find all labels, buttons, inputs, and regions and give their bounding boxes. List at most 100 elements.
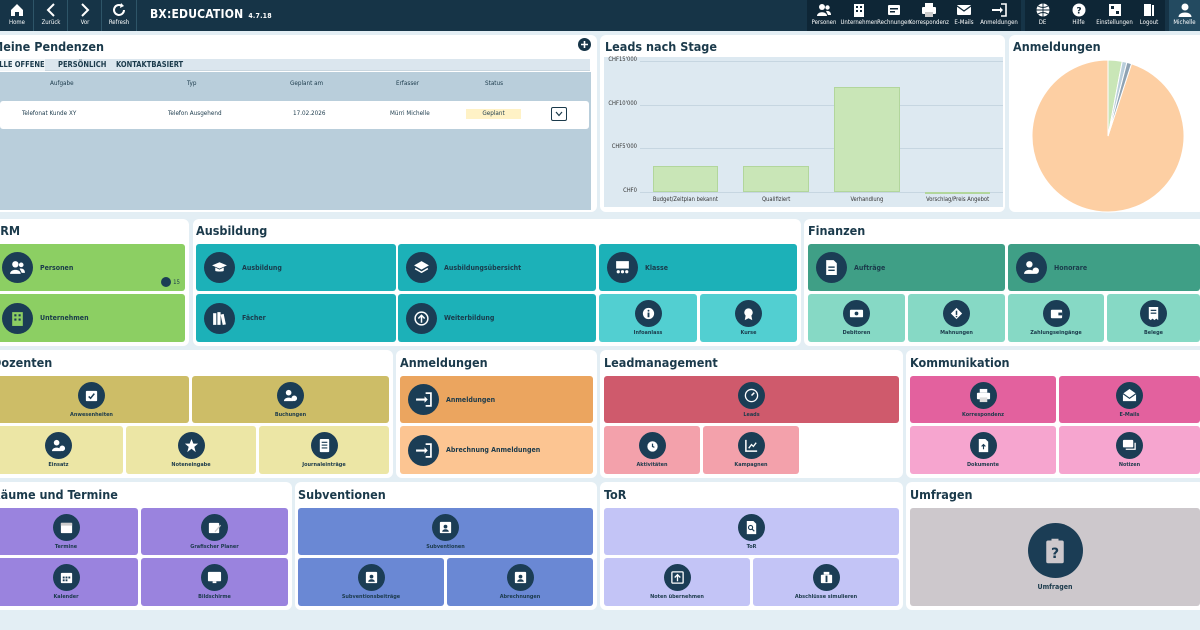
tile-klasse[interactable]: Klasse	[599, 244, 797, 291]
menu-logout[interactable]: Logout	[1133, 0, 1165, 31]
tile-noteneingabe[interactable]: Noteneingabe	[126, 426, 256, 474]
forward-button[interactable]: Vor	[68, 0, 102, 31]
tile-zahlungseingaenge[interactable]: Zahlungseingänge	[1008, 294, 1104, 342]
menu-hilfe[interactable]: ? Hilfe	[1061, 0, 1096, 31]
tile-anmeldungen[interactable]: Anmeldungen	[400, 376, 593, 423]
tile-abrechnungen[interactable]: Abrechnungen	[447, 558, 593, 606]
invoice-icon	[888, 5, 900, 15]
column-header-erfasser[interactable]: Erfasser	[396, 80, 419, 87]
graduation-cap-icon	[204, 252, 235, 283]
tile-abschluesse-simulieren[interactable]: Abschlüsse simulieren	[753, 558, 899, 606]
growth-icon	[406, 302, 437, 334]
printer-icon	[922, 3, 936, 17]
subsidy-icon	[357, 564, 385, 591]
tile-ausbildungsuebersicht[interactable]: Ausbildungsübersicht	[398, 244, 596, 291]
y-tick-label: CHF15'000	[608, 57, 637, 63]
crm-title: CRM	[0, 223, 21, 238]
signin-icon	[992, 3, 1007, 17]
classroom-icon	[607, 252, 638, 283]
tile-umfragen[interactable]: ? Umfragen	[910, 508, 1200, 606]
tile-grafischer-planer[interactable]: Grafischer Planer	[141, 508, 288, 555]
alarm-clock-icon	[638, 432, 666, 459]
back-button[interactable]: Zurück	[34, 0, 68, 31]
leadmanagement-title: Leadmanagement	[604, 355, 718, 370]
x-tick-label: Qualifiziert	[761, 197, 791, 203]
bar-2[interactable]	[834, 87, 900, 192]
pendenzen-title: Meine Pendenzen	[0, 39, 104, 54]
tab-alle-offene[interactable]: ALLE OFFENE	[0, 59, 45, 71]
anmeldungen-title: Anmeldungen	[400, 355, 488, 370]
menu-anmeldungen[interactable]: Anmeldungen	[980, 0, 1018, 31]
tile-subventionen[interactable]: Subventionen	[298, 508, 593, 555]
settings-icon	[1108, 4, 1121, 16]
bar-0[interactable]	[652, 165, 719, 192]
simulate-icon	[812, 564, 840, 591]
deployment-icon	[45, 432, 72, 459]
menu-user[interactable]: Michelle	[1169, 0, 1200, 31]
menu-emails[interactable]: E-Mails	[947, 0, 981, 31]
menu-korrespondenz[interactable]: Korrespondenz	[909, 0, 949, 31]
column-header-typ[interactable]: Typ	[187, 80, 196, 87]
tile-honorare[interactable]: Honorare	[1008, 244, 1200, 291]
mail-open-icon	[1116, 381, 1143, 409]
printer-icon	[969, 381, 997, 409]
svg-text:?: ?	[1051, 546, 1059, 562]
tile-kalender[interactable]: Kalender	[0, 558, 138, 606]
tile-mahnungen[interactable]: Mahnungen	[908, 294, 1005, 342]
tile-bildschirme[interactable]: Bildschirme	[141, 558, 288, 606]
people-icon	[817, 4, 831, 16]
tile-debitoren[interactable]: Debitoren	[808, 294, 905, 342]
x-tick-label: Vorschlag/Preis Angebot	[926, 197, 990, 203]
tile-subventionsbeitraege[interactable]: Subventionsbeiträge	[298, 558, 444, 606]
tile-kurse[interactable]: Kurse	[700, 294, 797, 342]
tile-kampagnen[interactable]: Kampagnen	[703, 426, 799, 474]
tile-personen[interactable]: Personen 15	[0, 244, 185, 291]
menu-language[interactable]: DE	[1025, 0, 1060, 31]
add-pendenz-button[interactable]	[578, 38, 591, 51]
user-icon	[1178, 3, 1191, 17]
tile-dokumente[interactable]: Dokumente	[910, 426, 1056, 474]
tile-abrechnung-anmeldungen[interactable]: Abrechnung Anmeldungen	[400, 426, 593, 474]
tile-faecher[interactable]: Fächer	[196, 294, 396, 342]
cell-typ: Telefon Ausgehend	[168, 110, 222, 117]
tile-termine[interactable]: Termine	[0, 508, 138, 555]
tile-weiterbildung[interactable]: Weiterbildung	[398, 294, 596, 342]
tile-emails[interactable]: E-Mails	[1059, 376, 1200, 423]
bar-3[interactable]	[924, 192, 991, 194]
column-header-aufgabe[interactable]: Aufgabe	[50, 80, 74, 87]
star-icon	[177, 432, 205, 459]
tile-ausbildung[interactable]: Ausbildung	[196, 244, 396, 291]
x-tick-label: Verhandlung	[850, 197, 884, 203]
home-button[interactable]: Home	[0, 0, 34, 31]
tile-tor[interactable]: ToR	[604, 508, 899, 555]
tile-journaleintraege[interactable]: Journaleinträge	[259, 426, 389, 474]
bar-1[interactable]	[743, 165, 809, 192]
tile-korrespondenz[interactable]: Korrespondenz	[910, 376, 1056, 423]
row-dropdown-button[interactable]	[551, 107, 567, 121]
signin-icon	[408, 384, 439, 415]
menu-personen[interactable]: Personen	[807, 0, 841, 31]
globe-icon	[1036, 3, 1049, 17]
refresh-button[interactable]: Refresh	[102, 0, 136, 31]
tile-aktivitaeten[interactable]: Aktivitäten	[604, 426, 700, 474]
wallet-icon	[1042, 300, 1070, 327]
menu-unternehmen[interactable]: Unternehmen	[840, 0, 878, 31]
tile-noten-uebernehmen[interactable]: Noten übernehmen	[604, 558, 750, 606]
tile-belege[interactable]: Belege	[1107, 294, 1200, 342]
tile-unternehmen[interactable]: Unternehmen	[0, 294, 185, 342]
tile-leads[interactable]: Leads	[604, 376, 899, 423]
tile-anwesenheiten[interactable]: Anwesenheiten	[0, 376, 189, 423]
tile-buchungen[interactable]: Buchungen	[192, 376, 389, 423]
tile-auftraege[interactable]: Aufträge	[808, 244, 1005, 291]
tile-notizen[interactable]: Notizen	[1059, 426, 1200, 474]
column-header-status[interactable]: Status	[485, 80, 503, 87]
tile-infoanlass[interactable]: Infoanlass	[599, 294, 697, 342]
app-title: BX:EDUCATION 4.7.18	[150, 7, 272, 21]
tab-kontaktbasiert[interactable]: KONTAKTBASIERT	[116, 59, 183, 71]
column-header-geplant[interactable]: Geplant am	[290, 80, 323, 87]
booking-icon	[277, 381, 304, 409]
menu-rechnungen[interactable]: Rechnungen	[877, 0, 911, 31]
menu-einstellungen[interactable]: Einstellungen	[1096, 0, 1133, 31]
tile-einsatz[interactable]: Einsatz	[0, 426, 123, 474]
tab-persoenlich[interactable]: PERSÖNLICH	[58, 59, 106, 71]
